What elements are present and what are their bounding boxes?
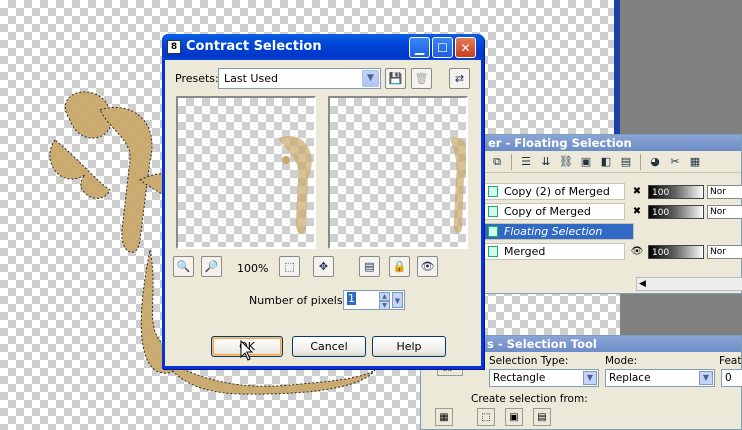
layer-name: Copy of Merged — [504, 205, 591, 218]
layers-palette: er - Floating Selection ⧉ ☰ ⇊ ⛓ ▣ ◧ ▤ ◕ … — [483, 134, 742, 294]
layer-name-cell-selected[interactable]: Floating Selection — [484, 223, 634, 240]
chevron-down-icon: ▼ — [362, 70, 379, 87]
spinner-arrows[interactable]: ▲ ▼ — [379, 292, 390, 310]
selection-type-label: Selection Type: — [489, 355, 569, 367]
zoom-level: 100% — [237, 262, 269, 275]
from-layer-icon[interactable]: ⬚ — [477, 408, 495, 426]
move-preview-icon[interactable]: ✥ — [313, 256, 334, 277]
from-image-icon[interactable]: ▤ — [533, 408, 551, 426]
floating-selection-icon — [488, 226, 498, 237]
cancel-button[interactable]: Cancel — [292, 336, 366, 357]
chevron-down-icon[interactable]: ▼ — [392, 292, 403, 308]
layer-controls: ✖ 100 Nor — [629, 183, 742, 200]
preview-art — [278, 136, 312, 234]
close-button[interactable]: ✕ — [455, 37, 476, 58]
layer-name-cell[interactable]: Merged — [484, 243, 625, 260]
toolbar-separator — [511, 153, 512, 170]
layers-palette-title[interactable]: er - Floating Selection — [484, 135, 741, 151]
layer-name: Merged — [504, 245, 546, 258]
zoom-in-icon[interactable]: 🔎 — [201, 256, 222, 277]
selection-type-value: Rectangle — [493, 372, 546, 384]
presets-select[interactable]: Last Used ▼ — [218, 68, 381, 89]
from-mask-icon[interactable]: ▣ — [505, 408, 523, 426]
help-button[interactable]: Help — [372, 336, 446, 357]
mode-value: Replace — [609, 372, 651, 384]
adjustment-layer-icon[interactable]: ◕ — [646, 154, 664, 170]
horizontal-scrollbar[interactable]: ◀ — [636, 277, 742, 291]
mode-select[interactable]: Replace ▼ — [605, 369, 715, 387]
opacity-slider[interactable]: 100 — [648, 244, 704, 259]
opacity-slider[interactable]: 100 — [648, 204, 704, 219]
app-icon: 8 — [167, 40, 181, 54]
dialog-title: Contract Selection — [186, 39, 322, 54]
layer-name-cell[interactable]: Copy of Merged — [484, 203, 625, 220]
create-selection-label: Create selection from: — [471, 393, 588, 405]
before-preview[interactable] — [176, 96, 316, 249]
spin-up-icon[interactable]: ▲ — [379, 292, 390, 301]
reset-button[interactable]: ⇄ — [449, 68, 470, 89]
opacity-slider[interactable]: 100 — [648, 184, 704, 199]
merge-icon[interactable]: ⇊ — [537, 154, 555, 170]
link-icon[interactable]: ⛓ — [557, 154, 575, 170]
after-preview[interactable] — [328, 96, 468, 249]
chevron-down-icon: ▼ — [583, 371, 597, 385]
duplicate-layer-icon[interactable]: ⧉ — [488, 154, 506, 170]
visibility-hidden-icon[interactable]: ✖ — [629, 185, 645, 199]
save-preset-button[interactable]: 💾 — [385, 68, 406, 89]
selection-options-icon[interactable]: ▦ — [435, 408, 453, 426]
pixels-spinner[interactable]: 1 ▲ ▼ ▼ — [343, 290, 405, 310]
layer-menu-icon[interactable]: ▦ — [686, 154, 704, 170]
selection-type-select[interactable]: Rectangle ▼ — [489, 369, 599, 387]
layer-controls: 👁 100 Nor — [629, 243, 742, 260]
pixels-label: Number of pixels: — [249, 294, 347, 307]
visibility-hidden-icon[interactable]: ✖ — [629, 205, 645, 219]
raster-layer-icon — [488, 246, 498, 257]
delete-preset-button[interactable]: 🗑 — [411, 68, 432, 89]
visibility-eye-icon[interactable]: 👁 — [629, 245, 645, 259]
layers-toolbar: ⧉ ☰ ⇊ ⛓ ▣ ◧ ▤ ◕ ✂ ▦ — [484, 151, 741, 173]
blend-mode-select[interactable]: Nor — [707, 204, 742, 219]
layer-name: Floating Selection — [504, 225, 603, 238]
raster-layer-icon — [488, 206, 498, 217]
preview-on-image-icon[interactable]: ▤ — [359, 256, 380, 277]
new-layer-icon[interactable]: ▣ — [577, 154, 595, 170]
pixels-value: 1 — [347, 292, 356, 305]
minimize-button[interactable]: ▁ — [409, 37, 430, 58]
auto-proof-icon[interactable]: 🔒 — [389, 256, 410, 277]
mode-label: Mode: — [605, 355, 638, 367]
layer-name-cell[interactable]: Copy (2) of Merged — [484, 183, 625, 200]
maximize-button[interactable]: ☐ — [432, 37, 453, 58]
toolbar-separator — [640, 153, 641, 170]
arrange-icon[interactable]: ☰ — [517, 154, 535, 170]
spin-down-icon[interactable]: ▼ — [379, 301, 390, 310]
preview-art — [450, 137, 466, 234]
layer-controls: ✖ 100 Nor — [629, 203, 742, 220]
presets-value: Last Used — [224, 72, 278, 85]
feather-value: 0 — [725, 372, 732, 384]
properties-icon[interactable]: ▤ — [617, 154, 635, 170]
blend-mode-select[interactable]: Nor — [707, 244, 742, 259]
layer-name: Copy (2) of Merged — [504, 185, 610, 198]
zoom-to-fit-icon[interactable]: ⬚ — [279, 256, 300, 277]
chevron-down-icon: ▼ — [699, 371, 713, 385]
layer-row[interactable]: Copy of Merged ✖ 100 Nor — [484, 202, 742, 221]
delete-layer-icon[interactable]: ✂ — [666, 154, 684, 170]
layer-row[interactable]: Copy (2) of Merged ✖ 100 Nor — [484, 182, 742, 201]
mouse-cursor-icon — [240, 340, 254, 361]
raster-layer-icon — [488, 186, 498, 197]
dialog-title-bar[interactable]: 8 Contract Selection ▁ ☐ ✕ — [162, 34, 484, 60]
mask-icon[interactable]: ◧ — [597, 154, 615, 170]
presets-label: Presets: — [175, 72, 219, 85]
layer-row[interactable]: Floating Selection — [484, 222, 742, 241]
feather-label: Feath — [719, 355, 742, 367]
contract-selection-dialog: 8 Contract Selection ▁ ☐ ✕ Presets: Last… — [162, 34, 484, 369]
feather-input[interactable]: 0 — [721, 369, 742, 387]
zoom-out-icon[interactable]: 🔍 — [173, 256, 194, 277]
layer-row[interactable]: Merged 👁 100 Nor — [484, 242, 742, 261]
proof-icon[interactable]: 👁 — [417, 256, 438, 277]
blend-mode-select[interactable]: Nor — [707, 184, 742, 199]
